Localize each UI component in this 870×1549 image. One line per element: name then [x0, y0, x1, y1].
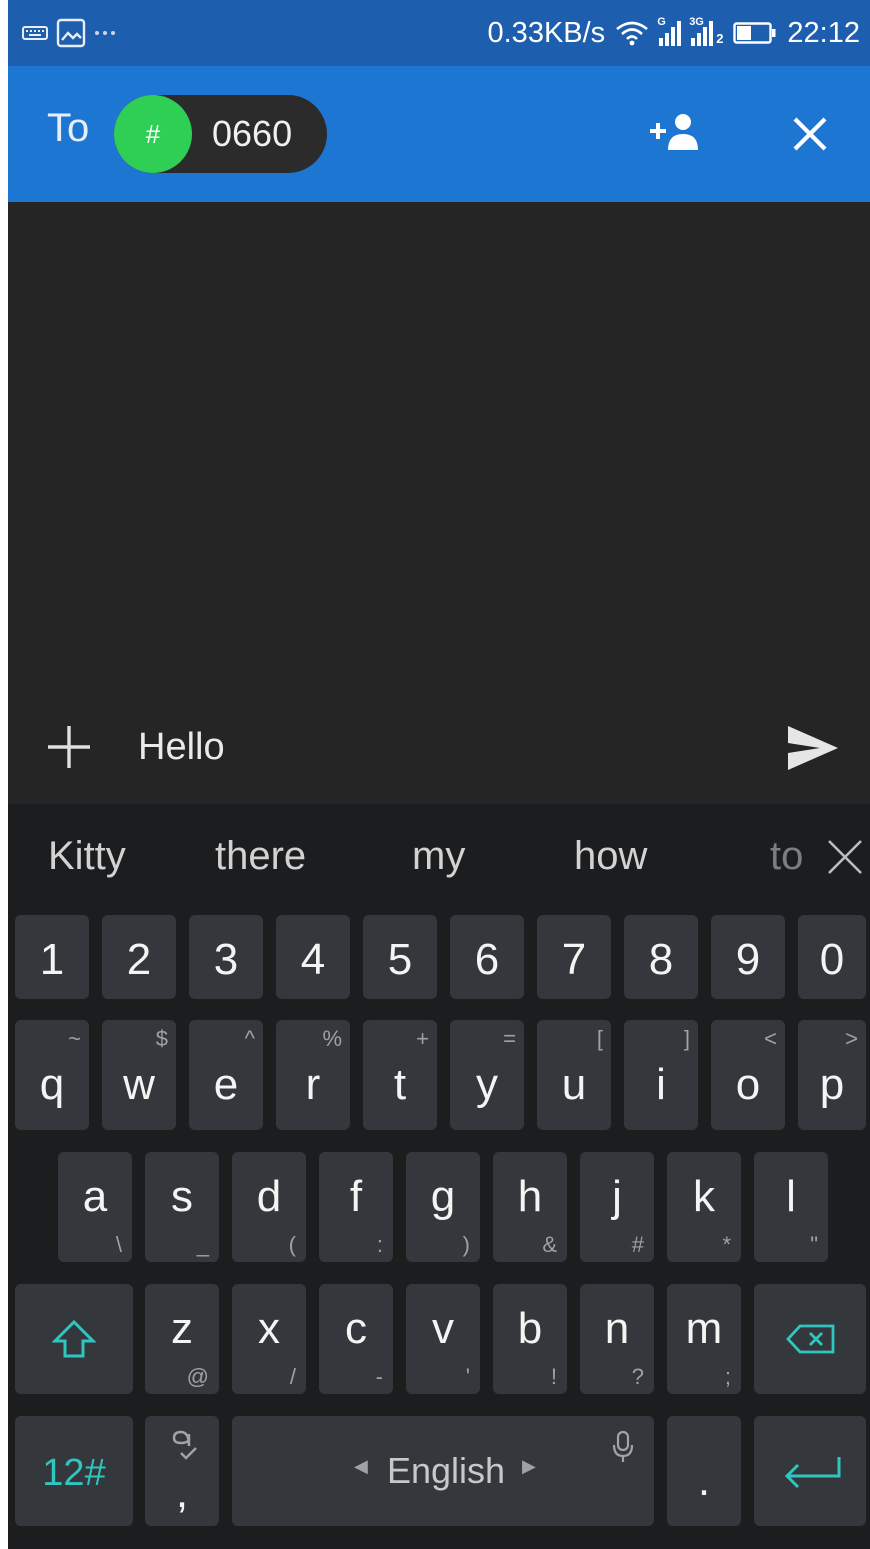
suggestion-1[interactable]: Kitty — [48, 834, 126, 879]
period-key[interactable]: . — [667, 1416, 741, 1526]
suggestion-3[interactable]: my — [412, 834, 465, 879]
language-label: English — [387, 1450, 506, 1491]
shift-arrow-icon — [52, 1319, 96, 1358]
key-d[interactable]: d( — [232, 1152, 306, 1262]
key-8[interactable]: 8 — [624, 915, 698, 999]
key-j[interactable]: j # — [580, 1152, 654, 1262]
add-contact-icon[interactable] — [648, 112, 700, 152]
keyboard: Kitty there my how to 1 2 3 4 5 6 7 8 9 … — [8, 804, 870, 1549]
status-left-icons — [22, 18, 116, 48]
shift-key[interactable] — [15, 1284, 133, 1394]
key-f[interactable]: f: — [319, 1152, 393, 1262]
key-w[interactable]: $ w — [102, 1020, 176, 1130]
plus-icon[interactable] — [46, 724, 92, 770]
suggestion-close-icon[interactable] — [826, 838, 864, 876]
microphone-icon — [612, 1430, 634, 1462]
key-6[interactable]: 6 — [450, 915, 524, 999]
key-p[interactable]: > p — [798, 1020, 866, 1130]
key-1[interactable]: 1 — [15, 915, 89, 999]
key-e[interactable]: ^ e — [189, 1020, 263, 1130]
key-v[interactable]: v ' — [406, 1284, 480, 1394]
wifi-icon — [616, 21, 648, 46]
spacebar-key[interactable]: ◀ English ▶ — [232, 1416, 654, 1526]
status-right: 0.33KB/s G 3G 2 22:12 — [487, 16, 861, 50]
close-icon[interactable] — [792, 116, 828, 152]
language-next-icon: ▶ — [522, 1456, 536, 1476]
key-5[interactable]: 5 — [363, 915, 437, 999]
message-thread — [8, 202, 870, 700]
symbols-key[interactable]: 12# — [15, 1416, 133, 1526]
key-h[interactable]: h & — [493, 1152, 567, 1262]
key-u[interactable]: [u — [537, 1020, 611, 1130]
key-i[interactable]: ] i — [624, 1020, 698, 1130]
recipient-bar: To # 0660 — [8, 66, 870, 202]
key-7[interactable]: 7 — [537, 915, 611, 999]
message-input[interactable]: Hello — [138, 726, 225, 769]
compose-row: Hello — [8, 700, 870, 800]
backspace-icon — [786, 1324, 835, 1354]
key-4[interactable]: 4 — [276, 915, 350, 999]
suggestion-5[interactable]: to — [770, 834, 818, 879]
key-z[interactable]: z @ — [145, 1284, 219, 1394]
recipient-avatar: # — [114, 95, 192, 173]
sim1-signal-icon: G — [657, 16, 682, 46]
recipient-chip[interactable]: # 0660 — [114, 95, 327, 173]
keyboard-icon — [22, 26, 48, 40]
key-g[interactable]: g) — [406, 1152, 480, 1262]
key-2[interactable]: 2 — [102, 915, 176, 999]
key-b[interactable]: b! — [493, 1284, 567, 1394]
key-t[interactable]: + t — [363, 1020, 437, 1130]
battery-icon — [733, 22, 776, 44]
key-o[interactable]: < o — [711, 1020, 785, 1130]
backspace-key[interactable] — [754, 1284, 866, 1394]
network-speed: 0.33KB/s — [487, 16, 606, 49]
key-3[interactable]: 3 — [189, 915, 263, 999]
suggestion-bar: Kitty there my how to — [8, 804, 870, 908]
key-c[interactable]: c- — [319, 1284, 393, 1394]
sim1-network-type: G — [657, 16, 666, 28]
enter-icon — [784, 1457, 841, 1489]
send-icon[interactable] — [786, 724, 840, 772]
key-x[interactable]: x / — [232, 1284, 306, 1394]
key-l[interactable]: l " — [754, 1152, 828, 1262]
key-9[interactable]: 9 — [711, 915, 785, 999]
suggestion-2[interactable]: there — [215, 834, 306, 879]
comma-key[interactable]: , — [145, 1416, 219, 1526]
key-n[interactable]: n? — [580, 1284, 654, 1394]
key-r[interactable]: % r — [276, 1020, 350, 1130]
recipient-number: 0660 — [212, 113, 293, 154]
enter-key[interactable] — [754, 1416, 866, 1526]
key-k[interactable]: k * — [667, 1152, 741, 1262]
image-icon — [56, 18, 86, 48]
key-0[interactable]: 0 — [798, 915, 866, 999]
key-a[interactable]: a \ — [58, 1152, 132, 1262]
clock: 22:12 — [787, 16, 860, 49]
spellcheck-icon — [172, 1430, 197, 1460]
to-label: To — [47, 106, 90, 150]
phone-screen: 0.33KB/s G 3G 2 22:12 To # 0660 Hello Ki… — [8, 0, 870, 1549]
suggestion-4[interactable]: how — [574, 834, 647, 879]
key-s[interactable]: s _ — [145, 1152, 219, 1262]
sim2-signal-icon: 3G 2 — [689, 16, 724, 46]
key-y[interactable]: = y — [450, 1020, 524, 1130]
more-dots-icon — [95, 31, 115, 35]
status-bar: 0.33KB/s G 3G 2 22:12 — [8, 0, 870, 66]
language-prev-icon: ◀ — [354, 1456, 368, 1476]
sim2-index: 2 — [716, 31, 724, 46]
key-m[interactable]: m; — [667, 1284, 741, 1394]
key-q[interactable]: ~ q — [15, 1020, 89, 1130]
sim2-network-type: 3G — [689, 16, 704, 28]
